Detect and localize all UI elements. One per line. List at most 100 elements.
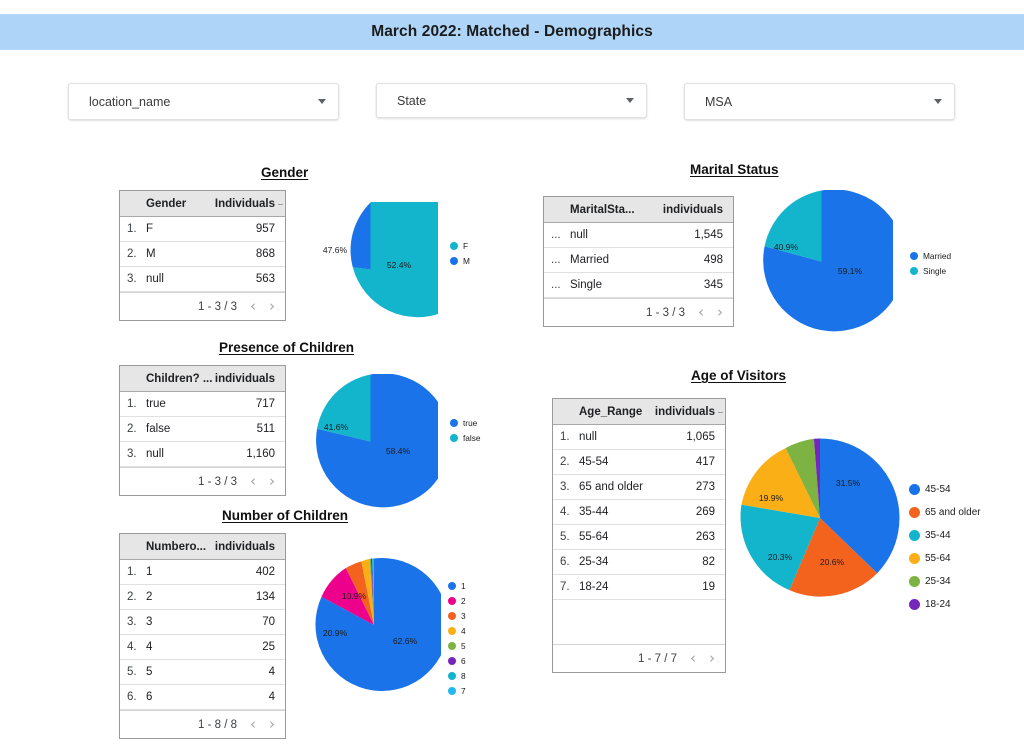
legend-color-swatch — [909, 576, 920, 587]
legend-item[interactable]: M — [450, 253, 470, 268]
column-header-age-range[interactable]: Age_Range — [579, 406, 655, 418]
legend-gender: F M — [450, 238, 470, 268]
row-index: 6. — [127, 691, 137, 703]
legend-item[interactable]: false — [450, 430, 481, 445]
legend-item[interactable]: 25-34 — [909, 570, 981, 593]
pie-slice-label: 52.4% — [386, 260, 412, 270]
pagination-prev-icon[interactable]: ‹ — [698, 305, 704, 320]
legend-item[interactable]: Married — [910, 248, 951, 263]
pie-chart-age-of-visitors[interactable]: 31.5% 20.6% 20.3% 19.9% — [740, 438, 900, 598]
pagination-next-icon[interactable]: › — [269, 299, 275, 314]
legend-label: 35-44 — [925, 530, 951, 541]
row-index: 3. — [560, 481, 570, 493]
legend-item[interactable]: 3 — [448, 608, 466, 623]
column-header-marital-status[interactable]: MaritalSta... — [570, 204, 663, 216]
table-presence-of-children[interactable]: Children? ... individuals 1. true 717 2.… — [119, 365, 286, 496]
row-key: null — [579, 431, 597, 443]
row-index: 5. — [127, 666, 137, 678]
legend-item[interactable]: 8 — [448, 668, 466, 683]
legend-item[interactable]: true — [450, 415, 481, 430]
column-header-number-of-children[interactable]: Numbero... — [146, 541, 215, 553]
legend-color-swatch — [909, 530, 920, 541]
sort-indicator-icon — [278, 203, 283, 205]
legend-label: 18-24 — [925, 599, 951, 610]
pie-gender-svg — [350, 202, 438, 318]
row-index: 6. — [560, 556, 570, 568]
legend-item[interactable]: 7 — [448, 683, 466, 698]
pie-chart-presence-of-children[interactable]: 58.4% 41.6% — [303, 374, 438, 509]
legend-item[interactable]: 55-64 — [909, 547, 981, 570]
table-row: 1. true 717 — [120, 392, 285, 417]
legend-item[interactable]: Single — [910, 263, 951, 278]
row-key: 4 — [146, 641, 153, 653]
table-row: 2. 2 134 — [120, 585, 285, 610]
legend-item[interactable]: 35-44 — [909, 524, 981, 547]
legend-color-swatch — [448, 641, 456, 650]
legend-color-swatch — [448, 656, 456, 665]
pie-chart-number-of-children[interactable]: 62.6% 20.9% 10.9% — [307, 558, 441, 692]
row-value: 269 — [695, 506, 715, 518]
table-marital-status[interactable]: MaritalSta... individuals ... null 1,545… — [543, 196, 734, 327]
pagination-next-icon[interactable]: › — [269, 474, 275, 489]
legend-item[interactable]: F — [450, 238, 470, 253]
column-header-individuals[interactable]: individuals — [215, 373, 285, 385]
legend-item[interactable]: 5 — [448, 638, 466, 653]
row-key: 35-44 — [579, 506, 609, 518]
pagination-next-icon[interactable]: › — [709, 651, 715, 666]
table-row: 1. null 1,065 — [553, 425, 725, 450]
row-index: 5. — [560, 531, 570, 543]
column-header-individuals[interactable]: Individuals — [215, 198, 285, 210]
table-pagination: 1 - 3 / 3 ‹ › — [120, 292, 285, 320]
row-value: 1,545 — [694, 229, 723, 241]
pagination-next-icon[interactable]: › — [717, 305, 723, 320]
table-number-of-children[interactable]: Numbero... individuals 1. 1 402 2. 2 134… — [119, 533, 286, 739]
table-row: ... null 1,545 — [544, 223, 733, 248]
table-row: 3. null 563 — [120, 267, 285, 292]
legend-label: 45-54 — [925, 484, 951, 495]
table-header-row: Numbero... individuals — [120, 534, 285, 560]
legend-item[interactable]: 6 — [448, 653, 466, 668]
pagination-prev-icon[interactable]: ‹ — [250, 474, 256, 489]
column-header-individuals[interactable]: individuals — [215, 541, 285, 553]
pagination-next-icon[interactable]: › — [269, 717, 275, 732]
table-header-row: Age_Range individuals — [553, 399, 725, 425]
filter-msa[interactable]: MSA — [684, 83, 955, 120]
row-index: 4. — [127, 641, 137, 653]
pie-slice-label: 40.9% — [773, 242, 799, 252]
table-row: 6. 25-34 82 — [553, 550, 725, 575]
pagination-range: 1 - 3 / 3 — [198, 475, 237, 488]
pie-chart-gender[interactable]: 52.4% 47.6% — [303, 202, 438, 337]
legend-color-swatch — [448, 596, 456, 605]
column-header-children[interactable]: Children? ... — [146, 373, 215, 385]
pie-chart-marital-status[interactable]: 59.1% 40.9% — [750, 190, 893, 333]
legend-label: 2 — [461, 595, 466, 606]
pagination-prev-icon[interactable]: ‹ — [690, 651, 696, 666]
pie-slice-label: 62.6% — [392, 636, 418, 646]
table-empty-row — [553, 600, 725, 644]
table-gender[interactable]: Gender Individuals 1. F 957 2. M 868 3. … — [119, 190, 286, 321]
pagination-prev-icon[interactable]: ‹ — [250, 717, 256, 732]
row-index: 1. — [127, 398, 137, 410]
pie-slice-label: 58.4% — [385, 446, 411, 456]
table-pagination: 1 - 3 / 3 ‹ › — [120, 467, 285, 495]
legend-item[interactable]: 4 — [448, 623, 466, 638]
legend-item[interactable]: 18-24 — [909, 593, 981, 616]
legend-marital-status: Married Single — [910, 248, 951, 278]
filter-state[interactable]: State — [376, 83, 647, 118]
legend-item[interactable]: 65 and older — [909, 501, 981, 524]
filter-location-name[interactable]: location_name — [68, 83, 339, 120]
pagination-prev-icon[interactable]: ‹ — [250, 299, 256, 314]
column-header-individuals[interactable]: individuals — [663, 204, 733, 216]
legend-label: 1 — [461, 580, 466, 591]
legend-item[interactable]: 1 — [448, 578, 466, 593]
legend-color-swatch — [448, 686, 456, 695]
table-age-of-visitors[interactable]: Age_Range individuals 1. null 1,065 2. 4… — [552, 398, 726, 673]
legend-item[interactable]: 45-54 — [909, 478, 981, 501]
row-key: false — [146, 423, 171, 435]
column-header-individuals[interactable]: individuals — [655, 406, 725, 418]
column-header-gender[interactable]: Gender — [146, 198, 215, 210]
pie-slice-label: 59.1% — [837, 266, 863, 276]
legend-item[interactable]: 2 — [448, 593, 466, 608]
row-value: 511 — [256, 423, 275, 435]
row-value: 402 — [255, 566, 275, 578]
